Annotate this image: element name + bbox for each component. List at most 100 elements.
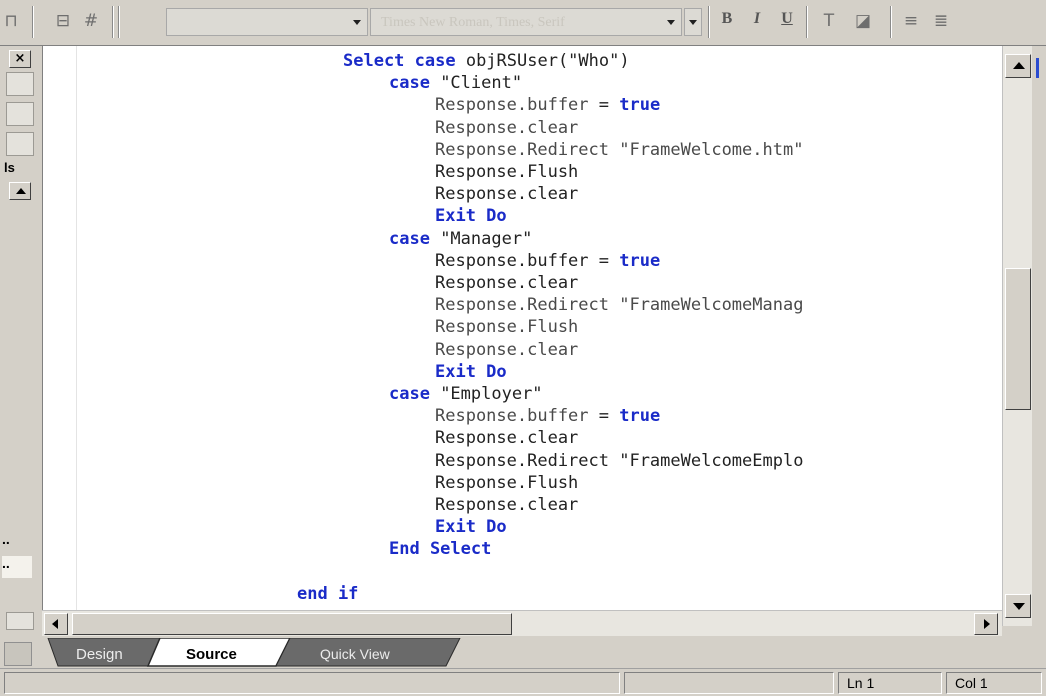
code-line[interactable]: Response.clear	[435, 183, 578, 205]
code-token: Response.clear	[435, 339, 579, 360]
grid-icon[interactable]: #	[80, 10, 102, 32]
code-line[interactable]: case "Client"	[389, 72, 522, 94]
status-col: Col 1	[946, 672, 1042, 694]
bold-button[interactable]: B	[716, 10, 738, 28]
code-line[interactable]: Response.Redirect "FrameWelcomeEmplo	[435, 450, 803, 472]
status-pane	[624, 672, 834, 694]
align-center-icon[interactable]: ≣	[930, 10, 952, 32]
code-line[interactable]: Response.clear	[435, 272, 578, 294]
code-token: Response.Redirect "FrameWelcome.htm"	[435, 139, 804, 160]
code-line[interactable]: Response.buffer = true	[435, 405, 660, 427]
panel-slot[interactable]	[6, 612, 34, 630]
code-line[interactable]: Response.Flush	[435, 161, 578, 183]
code-token: Response.Redirect "FrameWelcomeEmplo	[435, 450, 804, 471]
code-token: Response.buffer	[435, 95, 589, 116]
properties-icon[interactable]: ⊟	[52, 10, 74, 32]
tab-design[interactable]: Design	[76, 646, 123, 663]
code-line[interactable]: Response.clear	[435, 427, 578, 449]
code-line[interactable]: case "Employer"	[389, 383, 543, 405]
code-token: Response.Flush	[435, 317, 579, 338]
code-line[interactable]: Exit Do	[435, 361, 507, 383]
code-keyword: end if	[297, 583, 359, 604]
code-line[interactable]: End Select	[389, 538, 491, 560]
tab-nav-button[interactable]	[4, 642, 32, 666]
code-line[interactable]: Response.buffer = true	[435, 94, 660, 116]
status-line: Ln 1	[838, 672, 942, 694]
highlight-icon[interactable]: ◪	[852, 10, 874, 32]
code-line[interactable]: Exit Do	[435, 516, 507, 538]
toolbar-divider	[32, 6, 34, 38]
code-keyword: true	[619, 95, 661, 116]
code-line[interactable]: Response.clear	[435, 494, 578, 516]
chevron-down-icon	[667, 20, 675, 25]
code-line[interactable]: Response.clear	[435, 339, 578, 361]
code-keyword: case	[389, 228, 430, 249]
code-line[interactable]: Response.clear	[435, 117, 578, 139]
code-line[interactable]: Response.Flush	[435, 472, 578, 494]
code-line[interactable]: Select case objRSUser("Who")	[343, 50, 630, 72]
text-color-icon[interactable]: T	[818, 10, 840, 32]
toolbar-divider	[112, 6, 114, 38]
scroll-thumb[interactable]	[1005, 268, 1031, 410]
underline-button[interactable]: U	[776, 10, 798, 28]
panel-label: ls	[4, 160, 15, 175]
code-token: Response.clear	[435, 273, 579, 293]
style-select[interactable]	[166, 8, 368, 36]
editor-gutter	[43, 46, 77, 626]
panel-more[interactable]: ..	[2, 532, 32, 554]
status-bar: Ln 1 Col 1	[0, 668, 1046, 696]
code-token: Response.buffer	[435, 406, 589, 427]
code-token: Response.clear	[435, 184, 579, 205]
align-left-icon[interactable]: ≡	[900, 10, 922, 32]
chevron-down-icon	[353, 20, 361, 25]
font-select[interactable]: Times New Roman, Times, Serif	[370, 8, 682, 36]
code-line[interactable]: Response.buffer = true	[435, 250, 660, 272]
code-keyword: case	[389, 73, 430, 94]
chevron-down-icon	[689, 20, 697, 25]
tab-source[interactable]: Source	[186, 646, 237, 663]
code-line[interactable]: Exit Do	[435, 205, 507, 227]
view-tabs: Design Source Quick View	[0, 638, 1046, 668]
code-editor[interactable]: Select case objRSUser("Who") case "Client…	[42, 46, 1002, 626]
code-line[interactable]: Response.Flush	[435, 316, 578, 338]
panel-slot[interactable]	[6, 132, 34, 156]
scroll-right-button[interactable]	[974, 613, 998, 635]
code-token: "Client"	[429, 73, 523, 94]
formatting-toolbar: ⊓ ⊟ # Times New Roman, Times, Serif B I …	[0, 0, 1046, 46]
code-line[interactable]: Response.Redirect "FrameWelcomeManag	[435, 294, 803, 316]
lock-icon[interactable]: ⊓	[0, 10, 22, 32]
code-keyword: case	[389, 384, 430, 404]
code-token: Response.buffer	[435, 250, 589, 271]
code-keyword: Exit Do	[435, 206, 507, 227]
toolbar-divider	[806, 6, 808, 38]
toolbar-divider	[118, 6, 120, 38]
vertical-scrollbar[interactable]	[1002, 46, 1032, 626]
scroll-left-button[interactable]	[44, 613, 68, 635]
code-token: Response.Flush	[435, 472, 579, 493]
code-line[interactable]: case "Manager"	[389, 228, 532, 250]
panel-slot[interactable]	[6, 72, 34, 96]
italic-button[interactable]: I	[746, 10, 768, 28]
code-token: Response.clear	[435, 495, 579, 515]
code-keyword: Exit Do	[435, 517, 507, 538]
code-line[interactable]: end if	[297, 583, 358, 605]
panel-more[interactable]: ..	[2, 556, 32, 578]
code-token: "Employer"	[429, 384, 543, 404]
code-token: Response.clear	[435, 117, 579, 138]
code-line[interactable]: Response.Redirect "FrameWelcome.htm"	[435, 139, 803, 161]
code-token: =	[588, 250, 620, 271]
tab-quick-view[interactable]: Quick View	[320, 646, 390, 662]
code-keyword: Exit Do	[435, 361, 507, 382]
code-keyword: End Select	[389, 539, 492, 560]
right-edge	[1032, 46, 1046, 626]
font-size-select[interactable]	[684, 8, 702, 36]
scroll-thumb[interactable]	[72, 613, 512, 635]
scroll-down-button[interactable]	[1005, 594, 1031, 618]
horizontal-scrollbar[interactable]	[42, 610, 1002, 636]
panel-slot[interactable]	[6, 102, 34, 126]
close-icon[interactable]: ×	[9, 50, 31, 68]
toolbar-divider	[890, 6, 892, 38]
code-keyword: Select case	[343, 51, 456, 71]
scroll-up-icon[interactable]	[9, 182, 31, 200]
scroll-up-button[interactable]	[1005, 54, 1031, 78]
